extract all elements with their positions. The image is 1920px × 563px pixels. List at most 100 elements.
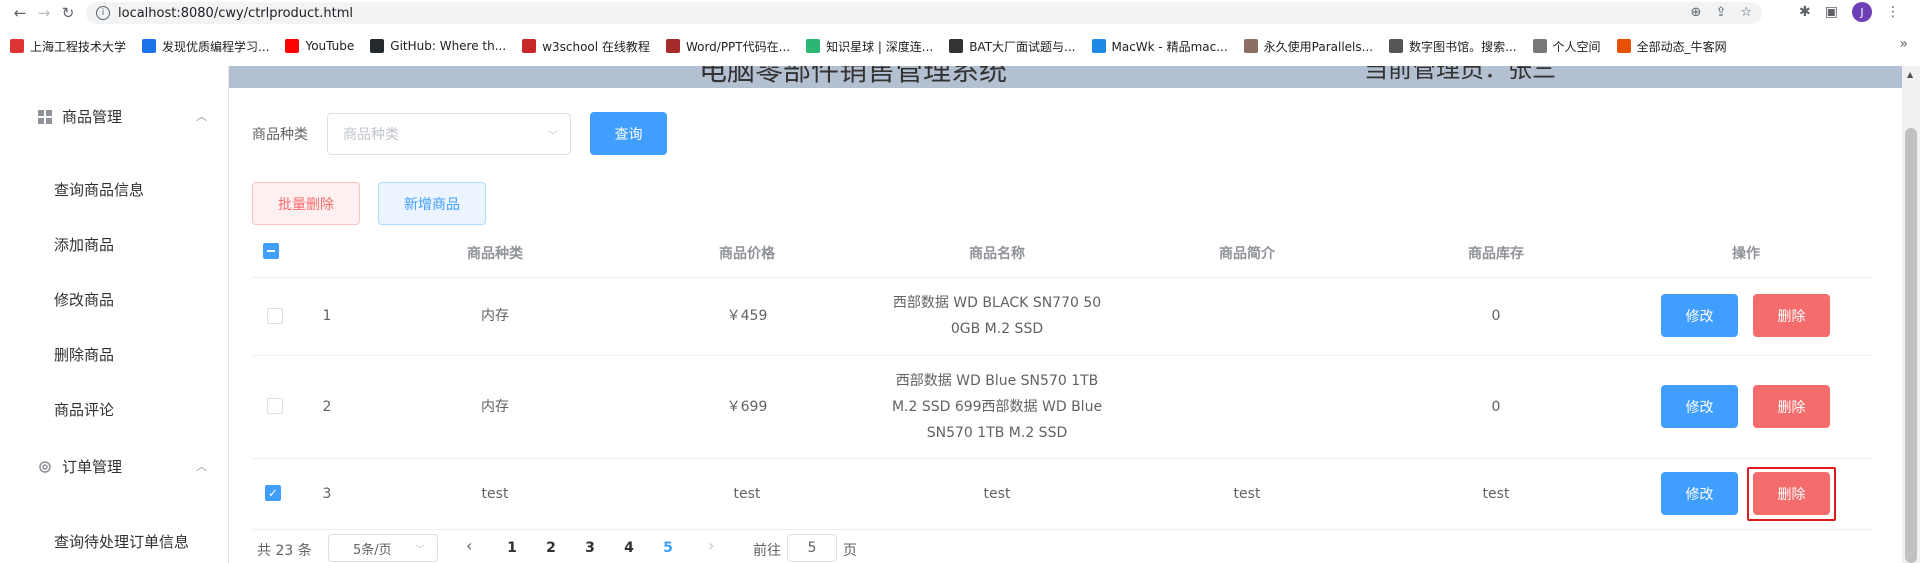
page-5[interactable]: 5 bbox=[663, 540, 673, 556]
forward-icon[interactable]: → bbox=[32, 1, 56, 25]
bookmark-label: YouTube bbox=[305, 39, 355, 53]
menu-group-label: 商品管理 bbox=[62, 108, 123, 126]
row-checkbox[interactable] bbox=[267, 308, 283, 324]
bookmark-favicon-icon bbox=[1091, 39, 1106, 53]
row-id: 2 bbox=[322, 399, 332, 415]
browser-toolbar: ← → ↻ i localhost:8080/cwy/ctrlproduct.h… bbox=[0, 0, 1920, 26]
bookmark-favicon-icon bbox=[949, 39, 964, 53]
bookmark-favicon-icon bbox=[10, 39, 24, 53]
sidebar-item-edit-product[interactable]: 修改商品 bbox=[54, 289, 114, 310]
chevron-down-icon: ﹀ bbox=[548, 130, 558, 142]
delete-button[interactable]: 删除 bbox=[1753, 385, 1830, 428]
edit-button[interactable]: 修改 bbox=[1661, 472, 1738, 515]
gear-icon bbox=[39, 460, 51, 473]
menu-group-orders[interactable]: 订单管理 bbox=[38, 456, 122, 477]
scrollbar-thumb[interactable] bbox=[1905, 128, 1917, 563]
row-name-line: 0GB M.2 SSD bbox=[950, 321, 1044, 337]
prev-page-button[interactable]: ‹ bbox=[466, 536, 472, 555]
row-stock: 0 bbox=[1491, 399, 1501, 415]
bookmark-item[interactable]: 知识星球 | 深度连... bbox=[806, 38, 933, 55]
bookmark-label: BAT大厂面试题与... bbox=[969, 39, 1076, 54]
bookmark-item[interactable]: 发现优质编程学习... bbox=[142, 38, 269, 55]
avatar[interactable]: J bbox=[1852, 2, 1872, 22]
scroll-up-icon[interactable]: ▲ bbox=[1907, 70, 1913, 79]
page-2[interactable]: 2 bbox=[546, 540, 556, 556]
row-stock: test bbox=[1482, 486, 1510, 502]
column-header-category: 商品种类 bbox=[467, 246, 523, 262]
bookmark-item[interactable]: GitHub: Where th... bbox=[370, 39, 506, 53]
bookmark-star-icon[interactable]: ☆ bbox=[1740, 5, 1752, 20]
row-checkbox[interactable]: ✓ bbox=[265, 485, 281, 501]
edit-button[interactable]: 修改 bbox=[1661, 294, 1738, 337]
bookmark-favicon-icon bbox=[1243, 39, 1258, 53]
sidepanel-icon[interactable]: ▣ bbox=[1825, 4, 1838, 20]
extensions-icon[interactable]: ✱ bbox=[1799, 4, 1811, 20]
chevron-up-icon[interactable]: ︿ bbox=[196, 108, 207, 124]
zoom-icon[interactable]: ⊕ bbox=[1691, 5, 1702, 20]
column-header-stock: 商品库存 bbox=[1468, 246, 1524, 262]
row-name: test bbox=[983, 486, 1011, 502]
bookmark-favicon-icon bbox=[370, 39, 385, 53]
page-3[interactable]: 3 bbox=[585, 540, 595, 556]
bookmark-item[interactable]: 永久使用Parallels... bbox=[1243, 38, 1373, 55]
site-info-icon[interactable]: i bbox=[96, 6, 110, 20]
select-all-checkbox[interactable] bbox=[263, 243, 279, 259]
delete-button[interactable]: 删除 bbox=[1753, 472, 1830, 515]
row-category: 内存 bbox=[481, 399, 509, 415]
bookmark-item[interactable]: BAT大厂面试题与... bbox=[949, 38, 1076, 55]
sidebar-item-pending-orders[interactable]: 查询待处理订单信息 bbox=[54, 531, 189, 552]
page-1[interactable]: 1 bbox=[507, 540, 517, 556]
goto-suffix: 页 bbox=[843, 543, 857, 559]
divider bbox=[252, 355, 1872, 356]
chevron-up-icon[interactable]: ︿ bbox=[196, 458, 207, 474]
goto-page-input[interactable]: 5 bbox=[787, 534, 837, 562]
bookmark-item[interactable]: w3school 在线教程 bbox=[522, 38, 650, 55]
row-price: test bbox=[733, 486, 761, 502]
bookmark-label: 全部动态_牛客网 bbox=[1636, 39, 1727, 54]
row-checkbox[interactable] bbox=[267, 398, 283, 414]
bookmark-item[interactable]: MacWk - 精品mac... bbox=[1091, 38, 1228, 55]
query-button[interactable]: 查询 bbox=[590, 112, 667, 155]
batch-delete-button[interactable]: 批量删除 bbox=[252, 182, 360, 225]
system-title: 电脑零部件销售管理系统 bbox=[699, 66, 1008, 87]
bookmark-label: MacWk - 精品mac... bbox=[1111, 39, 1228, 54]
bookmark-item[interactable]: Word/PPT代码在... bbox=[665, 38, 790, 55]
chevron-down-icon: ﹀ bbox=[415, 544, 425, 556]
page-size-select[interactable]: 5条/页 ﹀ bbox=[328, 534, 438, 562]
row-id: 1 bbox=[322, 308, 332, 324]
sidebar-item-query-product[interactable]: 查询商品信息 bbox=[54, 179, 144, 200]
bookmark-label: w3school 在线教程 bbox=[542, 39, 650, 54]
sidebar: 商品管理 ︿ 查询商品信息 添加商品 修改商品 删除商品 商品评论 订单管理 ︿… bbox=[0, 66, 229, 563]
kebab-menu-icon[interactable]: ⋮ bbox=[1886, 4, 1900, 20]
bookmark-item[interactable]: YouTube bbox=[285, 39, 354, 53]
add-product-button[interactable]: 新增商品 bbox=[378, 182, 486, 225]
share-icon[interactable]: ⇪ bbox=[1715, 5, 1726, 20]
divider bbox=[252, 277, 1872, 278]
category-select[interactable]: 商品种类 ﹀ bbox=[327, 113, 571, 155]
bookmark-item[interactable]: 上海工程技术大学 bbox=[10, 38, 126, 55]
sidebar-item-delete-product[interactable]: 删除商品 bbox=[54, 344, 114, 365]
bookmarks-overflow-icon[interactable]: » bbox=[1899, 36, 1908, 52]
next-page-button[interactable]: › bbox=[708, 536, 714, 555]
edit-button[interactable]: 修改 bbox=[1661, 385, 1738, 428]
menu-group-products[interactable]: 商品管理 bbox=[38, 106, 122, 127]
back-icon[interactable]: ← bbox=[8, 1, 32, 25]
row-category: 内存 bbox=[481, 308, 509, 324]
delete-button[interactable]: 删除 bbox=[1753, 294, 1830, 337]
bookmark-item[interactable]: 个人空间 bbox=[1532, 38, 1601, 55]
url-text: localhost:8080/cwy/ctrlproduct.html bbox=[118, 5, 353, 21]
bookmark-item[interactable]: 全部动态_牛客网 bbox=[1616, 38, 1727, 55]
goto-prefix: 前往 bbox=[753, 543, 781, 559]
page-4[interactable]: 4 bbox=[624, 540, 634, 556]
bookmark-label: 知识星球 | 深度连... bbox=[826, 39, 934, 54]
row-name-line: M.2 SSD 699西部数据 WD Blue bbox=[891, 399, 1103, 415]
bookmark-favicon-icon bbox=[1389, 39, 1404, 53]
sidebar-item-product-comments[interactable]: 商品评论 bbox=[54, 399, 114, 420]
sidebar-item-add-product[interactable]: 添加商品 bbox=[54, 234, 114, 255]
goto-page-value: 5 bbox=[807, 540, 817, 556]
reload-icon[interactable]: ↻ bbox=[56, 1, 80, 25]
page-scrollbar[interactable]: ▲ bbox=[1902, 66, 1920, 563]
address-bar[interactable]: i localhost:8080/cwy/ctrlproduct.html ⊕ … bbox=[86, 2, 1762, 24]
bookmark-item[interactable]: 数字图书馆。搜索... bbox=[1389, 38, 1517, 55]
bookmark-label: 发现优质编程学习... bbox=[162, 39, 270, 54]
